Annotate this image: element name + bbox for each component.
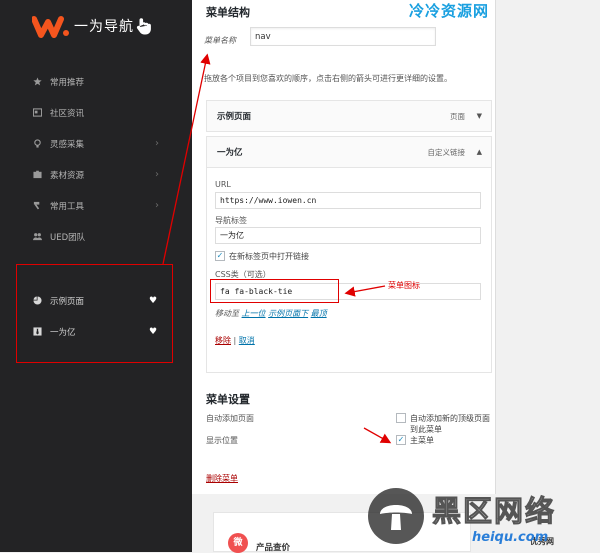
menu-name-label: 菜单名称	[204, 36, 236, 45]
sidebar-item-label: 社区资讯	[50, 108, 85, 119]
watermark-en-text: heiqu.com	[472, 530, 549, 545]
new-tab-checkbox[interactable]: ✓	[215, 251, 225, 261]
box-icon	[32, 170, 42, 180]
menu-settings-title: 菜单设置	[206, 393, 250, 406]
menu-item-header[interactable]: 示例页面 页面 ▼	[207, 101, 491, 131]
menu-item-yiweiyi: 一为亿 自定义链接 ▲ URL 导航标签 ✓ 在新标签页中打开链接 CSS类（可…	[206, 136, 492, 373]
sidebar-item-tools[interactable]: 常用工具 ›	[0, 190, 192, 221]
menu-name-input[interactable]	[250, 27, 436, 46]
menu-item-type: 自定义链接	[427, 147, 466, 157]
star-icon	[32, 77, 42, 87]
highlight-box-sidebar	[16, 264, 173, 363]
sidebar-item-label: 常用工具	[50, 201, 85, 212]
logo-text: 一为导航	[74, 19, 134, 35]
sidebar-item-resources[interactable]: 素材资源 ›	[0, 159, 192, 190]
menu-item-header[interactable]: 一为亿 自定义链接 ▲	[207, 137, 491, 167]
hammer-icon	[32, 201, 42, 211]
watermark-text: 冷冷资源网	[408, 2, 489, 20]
pointer-hand-icon	[136, 18, 151, 35]
main-menu-option: 主菜单	[410, 436, 434, 445]
watermark-cn-text: 黑区网络	[431, 494, 557, 529]
menu-name-row: 菜单名称	[204, 27, 436, 46]
annotation-menu-icon: 菜单图标	[388, 281, 420, 290]
bulb-icon	[32, 139, 42, 149]
product-card-icon: 微	[228, 533, 248, 553]
team-icon	[32, 232, 42, 242]
menu-hint-text: 拖放各个项目到您喜欢的顺序，点击右侧的箭头可进行更详细的设置。	[204, 74, 452, 83]
cancel-link[interactable]: 取消	[239, 336, 255, 345]
news-icon	[32, 108, 42, 118]
separator: |	[233, 336, 237, 345]
sidebar-item-label: 灵感采集	[50, 139, 85, 150]
menu-item-type: 页面	[450, 111, 465, 121]
highlight-box-css	[210, 279, 339, 303]
menu-editor-panel: 菜单结构 冷冷资源网 菜单名称 拖放各个项目到您喜欢的顺序，点击右侧的箭头可进行…	[192, 0, 496, 494]
chevron-right-icon: ›	[155, 200, 159, 211]
main-menu-checkbox[interactable]: ✓	[396, 435, 406, 445]
auto-add-label: 自动添加页面	[206, 414, 254, 423]
auto-add-checkbox[interactable]	[396, 413, 406, 423]
collapse-arrow-icon[interactable]: ▲	[477, 148, 482, 156]
move-up-link[interactable]: 上一位	[242, 309, 266, 318]
nav-label-input[interactable]	[215, 227, 481, 244]
menu-item-title: 一为亿	[217, 148, 243, 158]
sidebar-item-ued-team[interactable]: UED团队	[0, 221, 192, 252]
chevron-right-icon: ›	[155, 169, 159, 180]
remove-link[interactable]: 移除	[215, 336, 231, 345]
chevron-right-icon: ›	[155, 138, 159, 149]
delete-menu-link[interactable]: 删除菜单	[206, 473, 238, 484]
watermark-logo: 黑区网络 heiqu.com	[368, 488, 600, 552]
menu-item-sample-page: 示例页面 页面 ▼	[206, 100, 492, 132]
move-top-link[interactable]: 最顶	[311, 309, 327, 318]
sidebar-item-recommend[interactable]: 常用推荐	[0, 66, 192, 97]
sidebar-nav: 常用推荐 社区资讯 灵感采集 › 素材资源 › 常用工具 › UED团队	[0, 66, 192, 252]
item-actions-row: 移除 | 取消	[215, 335, 255, 346]
expand-arrow-icon[interactable]: ▼	[477, 112, 482, 120]
display-location-label: 显示位置	[206, 436, 238, 445]
move-to-label: 移动至	[215, 309, 239, 318]
menu-item-title: 示例页面	[217, 112, 252, 122]
logo-mark-icon	[32, 16, 69, 38]
move-to-row: 移动至 上一位 示例页面下 最顶	[215, 308, 327, 319]
url-input[interactable]	[215, 192, 481, 209]
nav-label-label: 导航标签	[215, 216, 247, 225]
url-label: URL	[215, 180, 231, 189]
menu-structure-title: 菜单结构	[206, 6, 250, 19]
sidebar: 一为导航 常用推荐 社区资讯 灵感采集 › 素材资源 › 常用工具 › UED团…	[0, 0, 192, 552]
sidebar-item-news[interactable]: 社区资讯	[0, 97, 192, 128]
move-under-link[interactable]: 示例页面下	[268, 309, 308, 318]
site-logo[interactable]: 一为导航	[32, 11, 153, 41]
sidebar-item-inspiration[interactable]: 灵感采集 ›	[0, 128, 192, 159]
menu-item-settings: URL 导航标签 ✓ 在新标签页中打开链接 CSS类（可选） 移动至 上一位 示…	[207, 167, 491, 372]
watermark-mushroom-icon	[368, 488, 424, 544]
new-tab-label: 在新标签页中打开链接	[229, 252, 309, 261]
sidebar-item-label: 素材资源	[50, 170, 85, 181]
sidebar-item-label: UED团队	[50, 232, 86, 243]
sidebar-item-label: 常用推荐	[50, 77, 85, 88]
auto-add-option: 自动添加新的顶级页面到此菜单	[410, 414, 490, 434]
product-card-title: 产品查价	[256, 543, 291, 553]
